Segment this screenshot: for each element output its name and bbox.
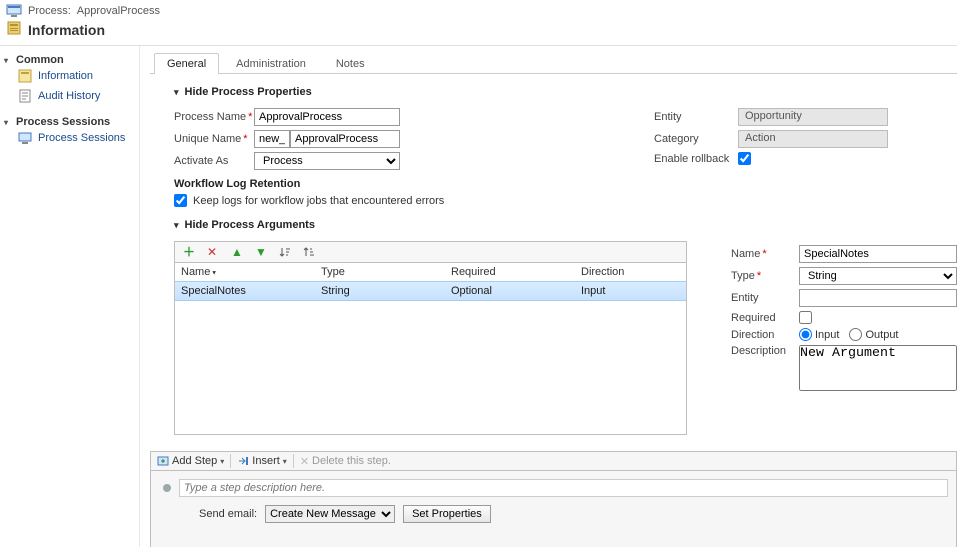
add-step-button[interactable]: Add Step bbox=[157, 455, 224, 467]
arg-description-textarea[interactable] bbox=[799, 345, 957, 391]
process-label: Process: bbox=[28, 5, 71, 17]
entity-label: Entity bbox=[654, 111, 738, 123]
col-header-required[interactable]: Required bbox=[451, 266, 581, 278]
sidebar-item-information[interactable]: Information bbox=[4, 66, 135, 86]
category-field: Action bbox=[738, 130, 888, 148]
sidebar-item-process-sessions[interactable]: Process Sessions bbox=[4, 128, 135, 148]
tab-notes[interactable]: Notes bbox=[323, 53, 378, 74]
unique-name-label: Unique Name* bbox=[174, 133, 254, 145]
workflow-log-retention-heading: Workflow Log Retention bbox=[174, 178, 570, 190]
process-name-text: ApprovalProcess bbox=[77, 5, 160, 17]
entity-field: Opportunity bbox=[738, 108, 888, 126]
delete-icon: ✕ bbox=[300, 455, 309, 468]
arguments-table: Name Type Required Direction SpecialNote… bbox=[174, 263, 687, 435]
cell-type: String bbox=[321, 285, 451, 297]
set-properties-button[interactable]: Set Properties bbox=[403, 505, 491, 523]
sort-desc-button[interactable] bbox=[301, 244, 317, 260]
table-row[interactable]: SpecialNotes String Optional Input bbox=[175, 281, 686, 301]
tab-administration[interactable]: Administration bbox=[223, 53, 319, 74]
activate-as-select[interactable]: Process bbox=[254, 152, 400, 170]
keep-logs-label: Keep logs for workflow jobs that encount… bbox=[193, 195, 444, 207]
cell-required: Optional bbox=[451, 285, 581, 297]
sidebar-group-sessions[interactable]: Process Sessions bbox=[4, 116, 135, 128]
arguments-table-header[interactable]: Name Type Required Direction bbox=[175, 263, 686, 281]
col-header-name[interactable]: Name bbox=[181, 266, 321, 278]
cell-direction: Input bbox=[581, 285, 680, 297]
insert-button[interactable]: Insert bbox=[237, 455, 287, 467]
direction-output-radio[interactable]: Output bbox=[849, 328, 898, 341]
steps-toolbar: Add Step Insert ✕ Delete this step. bbox=[150, 451, 957, 471]
send-email-label: Send email: bbox=[199, 508, 257, 520]
add-argument-button[interactable]: ＋ bbox=[181, 244, 197, 260]
enable-rollback-label: Enable rollback bbox=[654, 153, 738, 165]
section-toggle-process-properties[interactable]: Hide Process Properties bbox=[174, 86, 957, 98]
unique-name-input[interactable] bbox=[290, 130, 400, 148]
arg-name-input[interactable] bbox=[799, 245, 957, 263]
arguments-toolbar: ＋ ✕ ▲ ▼ bbox=[174, 241, 687, 263]
argument-detail-panel: Name* Type* String Entity Required Direc… bbox=[707, 241, 957, 435]
activate-as-label: Activate As bbox=[174, 155, 254, 167]
col-header-type[interactable]: Type bbox=[321, 266, 451, 278]
arg-required-checkbox[interactable] bbox=[799, 311, 812, 324]
arg-entity-input[interactable] bbox=[799, 289, 957, 307]
step-bullet-icon bbox=[163, 484, 171, 492]
arg-name-label: Name* bbox=[731, 248, 799, 260]
delete-argument-button[interactable]: ✕ bbox=[205, 244, 221, 260]
steps-body: Send email: Create New Message Set Prope… bbox=[150, 471, 957, 547]
insert-icon bbox=[237, 455, 249, 467]
arg-type-label: Type* bbox=[731, 270, 799, 282]
window-header: Process: ApprovalProcess Information bbox=[0, 0, 957, 46]
arg-direction-label: Direction bbox=[731, 329, 799, 341]
direction-input-radio[interactable]: Input bbox=[799, 328, 839, 341]
unique-name-prefix bbox=[254, 130, 290, 148]
message-select[interactable]: Create New Message bbox=[265, 505, 395, 523]
sort-asc-button[interactable] bbox=[277, 244, 293, 260]
sidebar-item-label: Audit History bbox=[38, 90, 100, 102]
page-title: Information bbox=[28, 22, 105, 38]
process-name-input[interactable] bbox=[254, 108, 400, 126]
delete-step-button: ✕ Delete this step. bbox=[300, 455, 391, 468]
tab-general[interactable]: General bbox=[154, 53, 219, 74]
sidebar-item-audit-history[interactable]: Audit History bbox=[4, 86, 135, 106]
sidebar-item-label: Information bbox=[38, 70, 93, 82]
move-down-button[interactable]: ▼ bbox=[253, 244, 269, 260]
keep-logs-checkbox[interactable] bbox=[174, 194, 187, 207]
process-icon bbox=[6, 4, 22, 18]
cell-name: SpecialNotes bbox=[181, 285, 321, 297]
enable-rollback-checkbox[interactable] bbox=[738, 152, 751, 165]
arg-description-label: Description bbox=[731, 345, 799, 357]
sidebar: Common Information Audit History Process… bbox=[0, 46, 140, 547]
section-toggle-process-arguments[interactable]: Hide Process Arguments bbox=[174, 219, 957, 231]
move-up-button[interactable]: ▲ bbox=[229, 244, 245, 260]
sidebar-group-common[interactable]: Common bbox=[4, 54, 135, 66]
add-step-icon bbox=[157, 455, 169, 467]
col-header-direction[interactable]: Direction bbox=[581, 266, 680, 278]
step-description-input[interactable] bbox=[179, 479, 948, 497]
process-name-label: Process Name* bbox=[174, 111, 254, 123]
tab-bar: General Administration Notes bbox=[150, 52, 957, 74]
arg-type-select[interactable]: String bbox=[799, 267, 957, 285]
sidebar-item-label: Process Sessions bbox=[38, 132, 125, 144]
category-label: Category bbox=[654, 133, 738, 145]
arg-required-label: Required bbox=[731, 312, 799, 324]
information-icon bbox=[6, 20, 22, 39]
arg-entity-label: Entity bbox=[731, 292, 799, 304]
